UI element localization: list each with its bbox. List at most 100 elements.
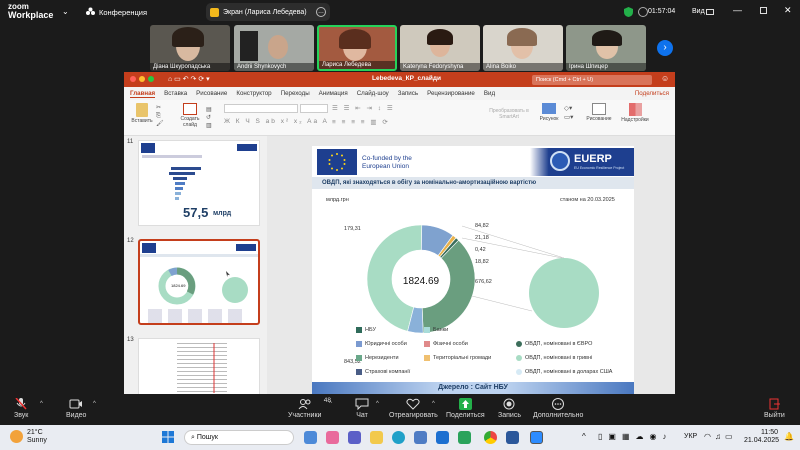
drawing-button[interactable]: Рисование — [584, 103, 614, 122]
tray-chevron-icon[interactable]: ^ — [582, 432, 586, 441]
minimize-icon[interactable]: — — [733, 5, 742, 15]
addins-button[interactable]: Надстройки — [618, 103, 652, 123]
picture-button[interactable]: Рисунок — [536, 103, 562, 122]
ppt-file-title: Lebedeva_КР_слайди — [372, 75, 441, 82]
word-icon[interactable] — [506, 431, 519, 444]
legend-swatch — [516, 341, 522, 347]
tab-home[interactable]: Главная — [130, 90, 156, 98]
taskbar-clock[interactable]: 11:50 21.04.2025 — [744, 429, 779, 445]
align-buttons[interactable]: ≡ ≡ ≡ ≡ ▥ ⟳ — [332, 118, 390, 126]
chat-label: Чат — [356, 412, 368, 419]
layout-small-icons[interactable]: ▤ ↺ ▥ — [206, 106, 216, 130]
record-label: Запись — [498, 412, 521, 419]
window-zoom-icon[interactable] — [148, 76, 154, 82]
audio-button[interactable]: Звук — [14, 397, 29, 419]
legend-swatch — [424, 327, 430, 333]
tab-slideshow[interactable]: Слайд-шоу — [357, 90, 389, 97]
font-name-select[interactable] — [224, 104, 298, 113]
notification-bell-icon[interactable]: 🔔 — [784, 432, 794, 441]
leave-button[interactable]: Выйти — [764, 398, 785, 419]
paste-button[interactable]: Вставить — [130, 103, 154, 124]
file-explorer-icon[interactable] — [370, 431, 383, 444]
legend-item: Страхові компанії — [356, 369, 410, 375]
more-options-icon[interactable]: … — [316, 7, 326, 17]
chevron-down-icon[interactable]: ⌄ — [62, 7, 69, 16]
video-button[interactable]: Видео — [66, 398, 86, 419]
teams-icon[interactable] — [348, 431, 361, 444]
participant-tile[interactable]: Kateryna Fedoryshyna — [400, 25, 480, 71]
tab-draw[interactable]: Рисование — [196, 90, 227, 97]
shape-small-icons[interactable]: ◇▾ ▭▾ — [564, 104, 573, 122]
paragraph-buttons[interactable]: ☰ ☰ ⇤ ⇥ ↕ ☰ — [332, 104, 395, 112]
dropbox-icon[interactable] — [436, 431, 449, 444]
react-button[interactable]: Отреагировать — [389, 398, 438, 419]
share-label: Поделиться — [446, 412, 485, 419]
window-close-icon[interactable] — [130, 76, 136, 82]
window-minimize-icon[interactable] — [139, 76, 145, 82]
windows-start-icon[interactable] — [162, 431, 174, 443]
font-format-buttons[interactable]: Ж К Ч S ab x² x₂ Aa A — [224, 118, 329, 125]
edge-icon[interactable] — [392, 431, 405, 444]
new-slide-button[interactable]: Создать слайд — [176, 103, 204, 128]
record-button[interactable]: Запись — [498, 398, 521, 419]
smartart-button[interactable]: Преобразовать в SmartArt — [484, 108, 534, 120]
tab-design[interactable]: Конструктор — [236, 90, 271, 97]
audio-options-chevron[interactable]: ^ — [40, 401, 43, 407]
react-options-chevron[interactable]: ^ — [432, 401, 435, 407]
participants-icon: 48 — [298, 397, 331, 410]
next-participants-button[interactable]: › — [657, 40, 673, 56]
language-indicator[interactable]: УКР — [684, 433, 697, 440]
ppt-feedback-icon[interactable]: ☺ — [661, 74, 669, 83]
ppt-share-button[interactable]: Поделиться — [635, 90, 669, 97]
participant-tile[interactable]: Andrii Shynkovych — [234, 25, 314, 71]
tab-animations[interactable]: Анимация — [319, 90, 348, 97]
participants-button[interactable]: 48 Участники — [288, 397, 331, 419]
ppt-search-input[interactable]: Поиск (Cmd + Ctrl + U) — [532, 75, 652, 85]
participants-options-chevron[interactable]: ^ — [329, 401, 332, 407]
tray-icons[interactable]: ▯▣▦☁◉♪ — [598, 432, 673, 441]
legend-label: Нерезиденти — [365, 355, 399, 361]
app-icon[interactable] — [458, 431, 471, 444]
video-options-chevron[interactable]: ^ — [93, 401, 96, 407]
donut-data-label: 0,42 — [475, 247, 486, 253]
slide-thumbnail[interactable]: 57,5 млрд — [138, 140, 260, 226]
participant-name: Лариса Лебедева — [319, 61, 395, 69]
chat-button[interactable]: Чат — [355, 398, 369, 419]
participants-label: Участники — [288, 412, 322, 419]
current-slide[interactable]: Co-funded by the European Union EUERP EU… — [312, 146, 634, 394]
clipboard-small-icons[interactable]: ✂ ⎘ 🖌 — [156, 104, 164, 128]
close-icon[interactable]: ✕ — [784, 5, 792, 16]
participant-tile[interactable]: Ірина Шпицер — [566, 25, 646, 71]
weather-widget[interactable]: 21°C Sunny — [27, 429, 47, 445]
participant-tile[interactable]: Діана Шкуропадська — [150, 25, 230, 71]
share-screen-button[interactable]: Поделиться — [446, 398, 485, 419]
chrome-icon[interactable] — [484, 431, 497, 444]
screen-share-pill[interactable]: Экран (Лариса Лебедева) … — [206, 3, 330, 21]
view-button[interactable]: Вид — [692, 8, 705, 15]
tab-record[interactable]: Запись — [398, 90, 418, 97]
audio-label: Звук — [14, 412, 29, 419]
zoom-icon[interactable] — [530, 431, 543, 444]
font-size-select[interactable] — [300, 104, 328, 113]
quick-access-toolbar[interactable]: ⌂ ▭ ↶ ↷ ⟳ ▾ — [168, 75, 210, 83]
network-volume-battery-icons[interactable]: ◠♫▭ — [704, 432, 737, 441]
legend-label: Страхові компанії — [365, 369, 411, 375]
slide-thumbnail[interactable] — [138, 338, 260, 394]
store-icon[interactable] — [414, 431, 427, 444]
tab-review[interactable]: Рецензирование — [427, 90, 475, 97]
taskbar-search-input[interactable]: ⌕ Пошук — [184, 430, 294, 445]
copilot-icon[interactable] — [326, 431, 339, 444]
new-slide-icon — [183, 103, 197, 115]
tab-insert[interactable]: Вставка — [164, 90, 187, 97]
chat-options-chevron[interactable]: ^ — [376, 401, 379, 407]
maximize-icon[interactable] — [760, 7, 767, 14]
grid-icon[interactable] — [706, 9, 714, 15]
participant-tile[interactable]: Alina Boiko — [483, 25, 563, 71]
tab-transitions[interactable]: Переходы — [281, 90, 310, 97]
tab-view[interactable]: Вид — [484, 90, 495, 97]
task-view-icon[interactable] — [304, 431, 317, 444]
slide-thumbnail-selected[interactable]: 1824.69 — [138, 239, 260, 325]
participant-tile-active-speaker[interactable]: Лариса Лебедева — [317, 25, 397, 71]
meeting-label[interactable]: Конференция — [99, 8, 147, 17]
more-button[interactable]: Дополнительно — [533, 398, 583, 419]
